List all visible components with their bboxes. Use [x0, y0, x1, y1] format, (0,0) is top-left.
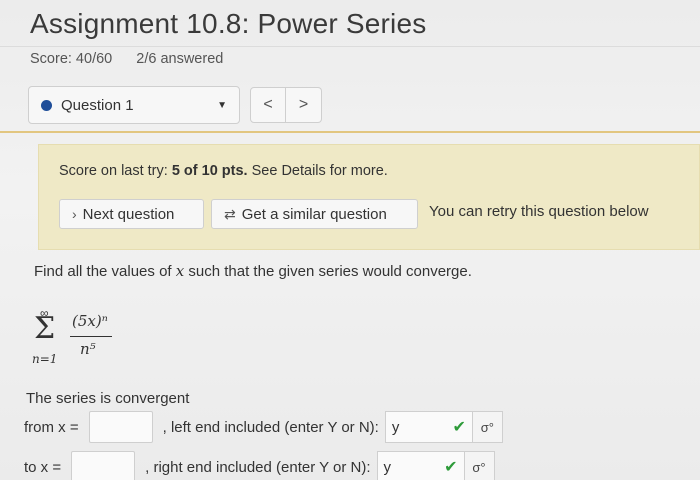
equation-editor-button[interactable]: σ°: [464, 451, 495, 480]
question-select-label: Question 1: [61, 96, 134, 114]
right-end-value: y: [383, 458, 392, 476]
right-end-input[interactable]: y ✔: [376, 451, 465, 480]
last-try-points: 5 of 10 pts.: [171, 163, 248, 179]
question-prompt: Find all the values of x such that the g…: [34, 262, 472, 280]
sigma-icon: Σ: [34, 311, 56, 346]
check-icon: ✔: [452, 419, 466, 436]
right-end-label: , right end included (enter Y or N):: [145, 458, 371, 476]
left-end-value: y: [391, 418, 400, 436]
left-end-label: , left end included (enter Y or N):: [162, 418, 379, 436]
score-text: Score: 40/60: [30, 51, 113, 67]
similar-question-button[interactable]: ⇄ Get a similar question: [211, 199, 418, 229]
next-question-arrow-button[interactable]: >: [286, 87, 322, 123]
from-input[interactable]: [88, 411, 153, 443]
left-end-input[interactable]: y ✔: [384, 411, 473, 443]
check-icon: ✔: [444, 459, 458, 476]
refresh-icon: ⇄: [224, 205, 236, 222]
last-try-score: Score on last try: 5 of 10 pts. See Deta…: [59, 163, 388, 179]
to-input[interactable]: [71, 451, 136, 480]
section-divider: [0, 131, 700, 133]
answered-text: 2/6 answered: [136, 51, 224, 67]
equation-editor-icon: σ°: [480, 419, 494, 435]
page-title: Assignment 10.8: Power Series: [30, 8, 427, 39]
status-dot-icon: [41, 99, 52, 111]
question-navigation: Question 1 ▼ < >: [28, 86, 322, 124]
caret-down-icon: ▼: [217, 99, 227, 111]
question-select[interactable]: Question 1 ▼: [28, 86, 240, 124]
from-row: from x = , left end included (enter Y or…: [24, 411, 503, 443]
chevron-right-icon: ›: [72, 206, 77, 222]
title-divider: [0, 46, 700, 47]
to-row: to x = , right end included (enter Y or …: [24, 451, 495, 480]
from-label: from x =: [24, 418, 79, 436]
series-expression: ∞ Σ n=1 (5x)ⁿ n⁵: [28, 306, 148, 372]
retry-panel: Score on last try: 5 of 10 pts. See Deta…: [38, 144, 700, 250]
equation-editor-icon: σ°: [472, 459, 486, 475]
sum-lower-limit: n=1: [32, 352, 58, 366]
retry-note: You can retry this question below: [429, 203, 649, 220]
equation-editor-button[interactable]: σ°: [472, 411, 503, 443]
score-line: Score: 40/60 2/6 answered: [30, 51, 223, 67]
convergent-text: The series is convergent: [26, 390, 190, 407]
fraction-bar: [70, 336, 112, 337]
series-numerator: (5x)ⁿ: [72, 312, 108, 330]
to-label: to x =: [24, 458, 62, 476]
series-denominator: n⁵: [80, 340, 96, 358]
previous-question-button[interactable]: <: [250, 87, 286, 123]
next-question-button[interactable]: › Next question: [59, 199, 204, 229]
